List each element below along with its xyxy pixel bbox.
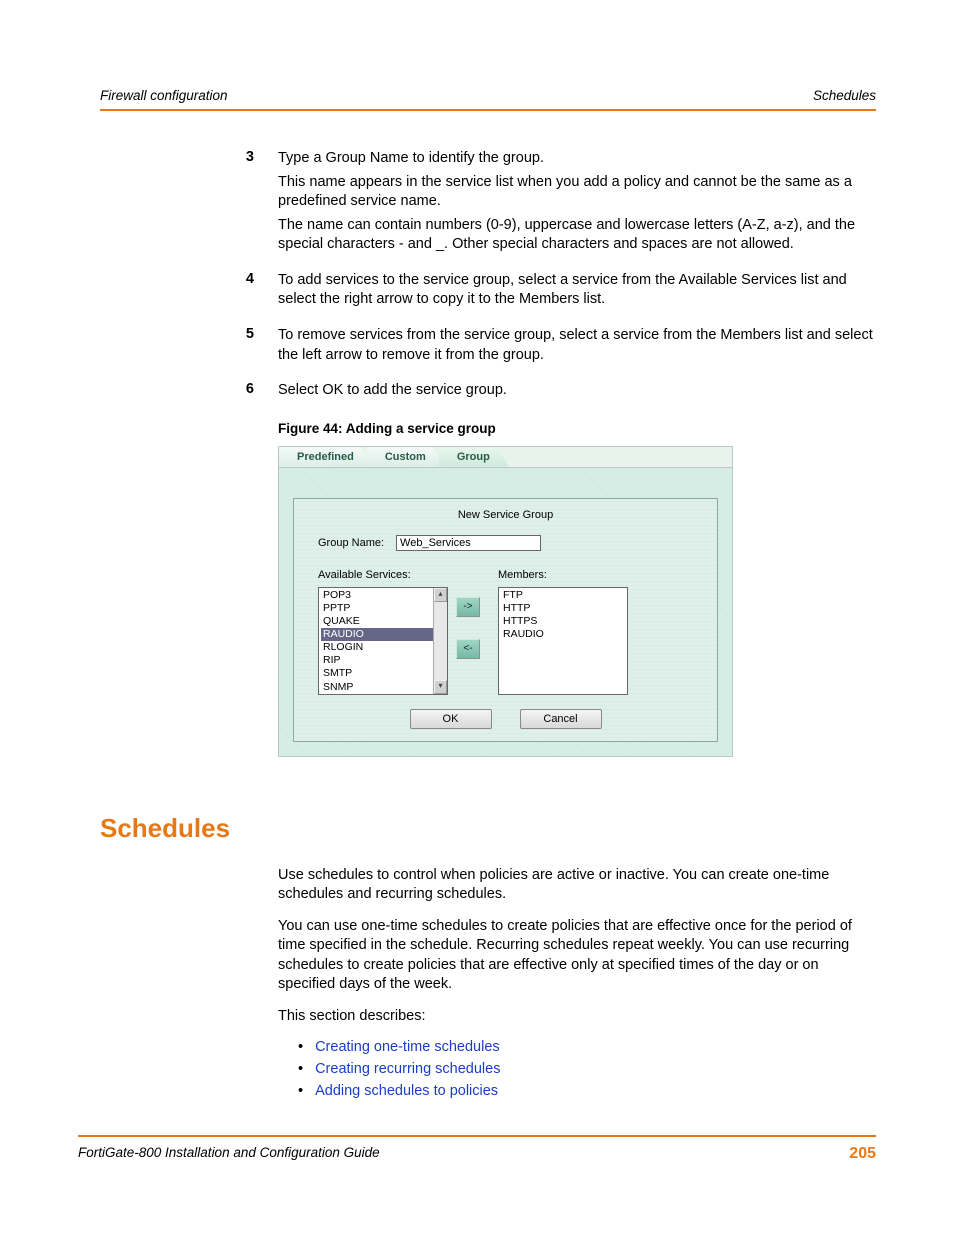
tab-bar: Predefined Custom Group: [279, 447, 732, 468]
list-item[interactable]: RAUDIO: [321, 628, 445, 641]
step-number: 3: [240, 149, 254, 259]
step-text: Type a Group Name to identify the group.: [278, 149, 876, 169]
cancel-button[interactable]: Cancel: [520, 709, 602, 729]
add-arrow-button[interactable]: ->: [456, 597, 480, 617]
step-body: Type a Group Name to identify the group.…: [278, 149, 876, 259]
step-text: The name can contain numbers (0-9), uppe…: [278, 216, 876, 255]
group-name-input[interactable]: [396, 535, 541, 551]
step: 3 Type a Group Name to identify the grou…: [240, 149, 876, 259]
section-heading-schedules: Schedules: [100, 813, 876, 844]
step: 6 Select OK to add the service group.: [240, 381, 876, 405]
ok-button[interactable]: OK: [410, 709, 492, 729]
dialog-panel: New Service Group Group Name: Available …: [293, 498, 718, 742]
tab-predefined[interactable]: Predefined: [279, 447, 373, 467]
scrollbar[interactable]: ▴ ▾: [433, 588, 447, 694]
tab-group[interactable]: Group: [439, 447, 509, 467]
members-label: Members:: [498, 569, 628, 581]
figure-service-group: Predefined Custom Group New Service Grou…: [278, 446, 733, 757]
list-item: Adding schedules to policies: [298, 1083, 876, 1099]
step-number: 5: [240, 326, 254, 369]
list-item[interactable]: RLOGIN: [321, 641, 445, 654]
group-name-label: Group Name:: [318, 537, 384, 549]
step-number: 4: [240, 271, 254, 314]
list-item: Creating one-time schedules: [298, 1039, 876, 1055]
footer-title: FortiGate-800 Installation and Configura…: [78, 1145, 380, 1163]
figure-caption: Figure 44: Adding a service group: [278, 421, 876, 436]
available-label: Available Services:: [318, 569, 448, 581]
steps-list: 3 Type a Group Name to identify the grou…: [240, 149, 876, 405]
list-item: Creating recurring schedules: [298, 1061, 876, 1077]
link-creating-recurring[interactable]: Creating recurring schedules: [315, 1061, 500, 1077]
list-item[interactable]: QUAKE: [321, 615, 445, 628]
list-item[interactable]: POP3: [321, 589, 445, 602]
running-header: Firewall configuration Schedules: [100, 88, 876, 111]
panel-title: New Service Group: [308, 509, 703, 521]
list-item[interactable]: FTP: [501, 589, 625, 602]
list-item[interactable]: RAUDIO: [501, 628, 625, 641]
arrow-column: -> <-: [456, 597, 480, 659]
header-right: Schedules: [813, 88, 876, 103]
section-body: Use schedules to control when policies a…: [278, 866, 876, 1027]
group-name-row: Group Name:: [318, 535, 703, 551]
step-body: To add services to the service group, se…: [278, 271, 876, 314]
paragraph: This section describes:: [278, 1007, 876, 1027]
link-list: Creating one-time schedules Creating rec…: [298, 1039, 876, 1099]
step-number: 6: [240, 381, 254, 405]
list-item[interactable]: SNMP: [321, 681, 445, 694]
list-item[interactable]: RIP: [321, 654, 445, 667]
step-text: Select OK to add the service group.: [278, 381, 876, 401]
list-item[interactable]: PPTP: [321, 602, 445, 615]
step-text: To add services to the service group, se…: [278, 271, 876, 310]
step: 5 To remove services from the service gr…: [240, 326, 876, 369]
tab-custom[interactable]: Custom: [367, 447, 445, 467]
step-body: To remove services from the service grou…: [278, 326, 876, 369]
members-column: Members: FTP HTTP HTTPS RAUDIO: [498, 569, 628, 695]
dialog-buttons: OK Cancel: [308, 709, 703, 729]
link-creating-one-time[interactable]: Creating one-time schedules: [315, 1039, 500, 1055]
remove-arrow-button[interactable]: <-: [456, 639, 480, 659]
step: 4 To add services to the service group, …: [240, 271, 876, 314]
paragraph: You can use one-time schedules to create…: [278, 917, 876, 995]
step-text: To remove services from the service grou…: [278, 326, 876, 365]
available-listbox[interactable]: POP3 PPTP QUAKE RAUDIO RLOGIN RIP SMTP S…: [318, 587, 448, 695]
paragraph: Use schedules to control when policies a…: [278, 866, 876, 905]
header-left: Firewall configuration: [100, 88, 228, 103]
scroll-thumb[interactable]: [434, 602, 447, 680]
list-item[interactable]: HTTP: [501, 602, 625, 615]
list-item[interactable]: HTTPS: [501, 615, 625, 628]
step-body: Select OK to add the service group.: [278, 381, 876, 405]
step-text: This name appears in the service list wh…: [278, 173, 876, 212]
available-column: Available Services: POP3 PPTP QUAKE RAUD…: [318, 569, 448, 695]
page-number: 205: [849, 1145, 876, 1163]
list-item[interactable]: SMTP: [321, 667, 445, 680]
members-listbox[interactable]: FTP HTTP HTTPS RAUDIO: [498, 587, 628, 695]
scroll-up-icon[interactable]: ▴: [434, 588, 447, 602]
link-adding-schedules[interactable]: Adding schedules to policies: [315, 1083, 498, 1099]
running-footer: FortiGate-800 Installation and Configura…: [78, 1135, 876, 1163]
lists-row: Available Services: POP3 PPTP QUAKE RAUD…: [318, 569, 693, 695]
scroll-down-icon[interactable]: ▾: [434, 680, 447, 694]
